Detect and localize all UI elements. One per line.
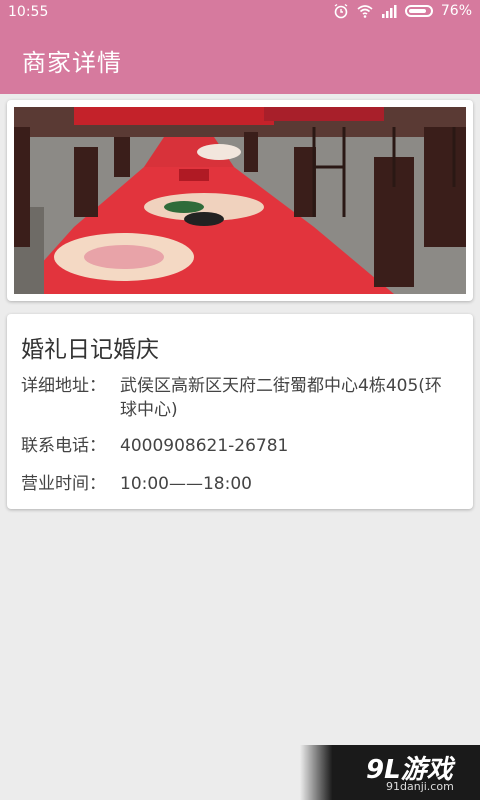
address-label: 详细地址： [21, 376, 106, 396]
app-bar: 商家详情 [0, 26, 480, 94]
phone-value[interactable]: 4000908621-26781 [120, 434, 450, 458]
wifi-icon [357, 5, 373, 18]
address-value: 武侯区高新区天府二街蜀都中心4栋405(环球中心) [120, 376, 442, 420]
status-icons: 76% [333, 3, 472, 19]
hours-value: 10:00——18:00 [120, 474, 252, 494]
merchant-photo[interactable] [14, 107, 466, 294]
site-watermark: 9L游戏 91danji.com [300, 745, 480, 800]
merchant-info-card: 婚礼日记婚庆 详细地址： 武侯区高新区天府二街蜀都中心4栋405(环球中心) 联… [7, 314, 473, 509]
signal-icon [381, 5, 397, 18]
merchant-name: 婚礼日记婚庆 [21, 337, 159, 363]
alarm-icon [334, 3, 348, 19]
page-title: 商家详情 [22, 49, 122, 77]
status-bar: 10:55 76% [0, 0, 480, 26]
watermark-site: 91danji.com [386, 780, 454, 793]
merchant-image-card [7, 100, 473, 301]
battery-icon [404, 5, 433, 17]
battery-percent: 76% [440, 3, 472, 19]
phone-label: 联系电话： [21, 436, 106, 456]
hours-label: 营业时间： [21, 474, 106, 494]
status-time: 10:55 [8, 4, 49, 20]
